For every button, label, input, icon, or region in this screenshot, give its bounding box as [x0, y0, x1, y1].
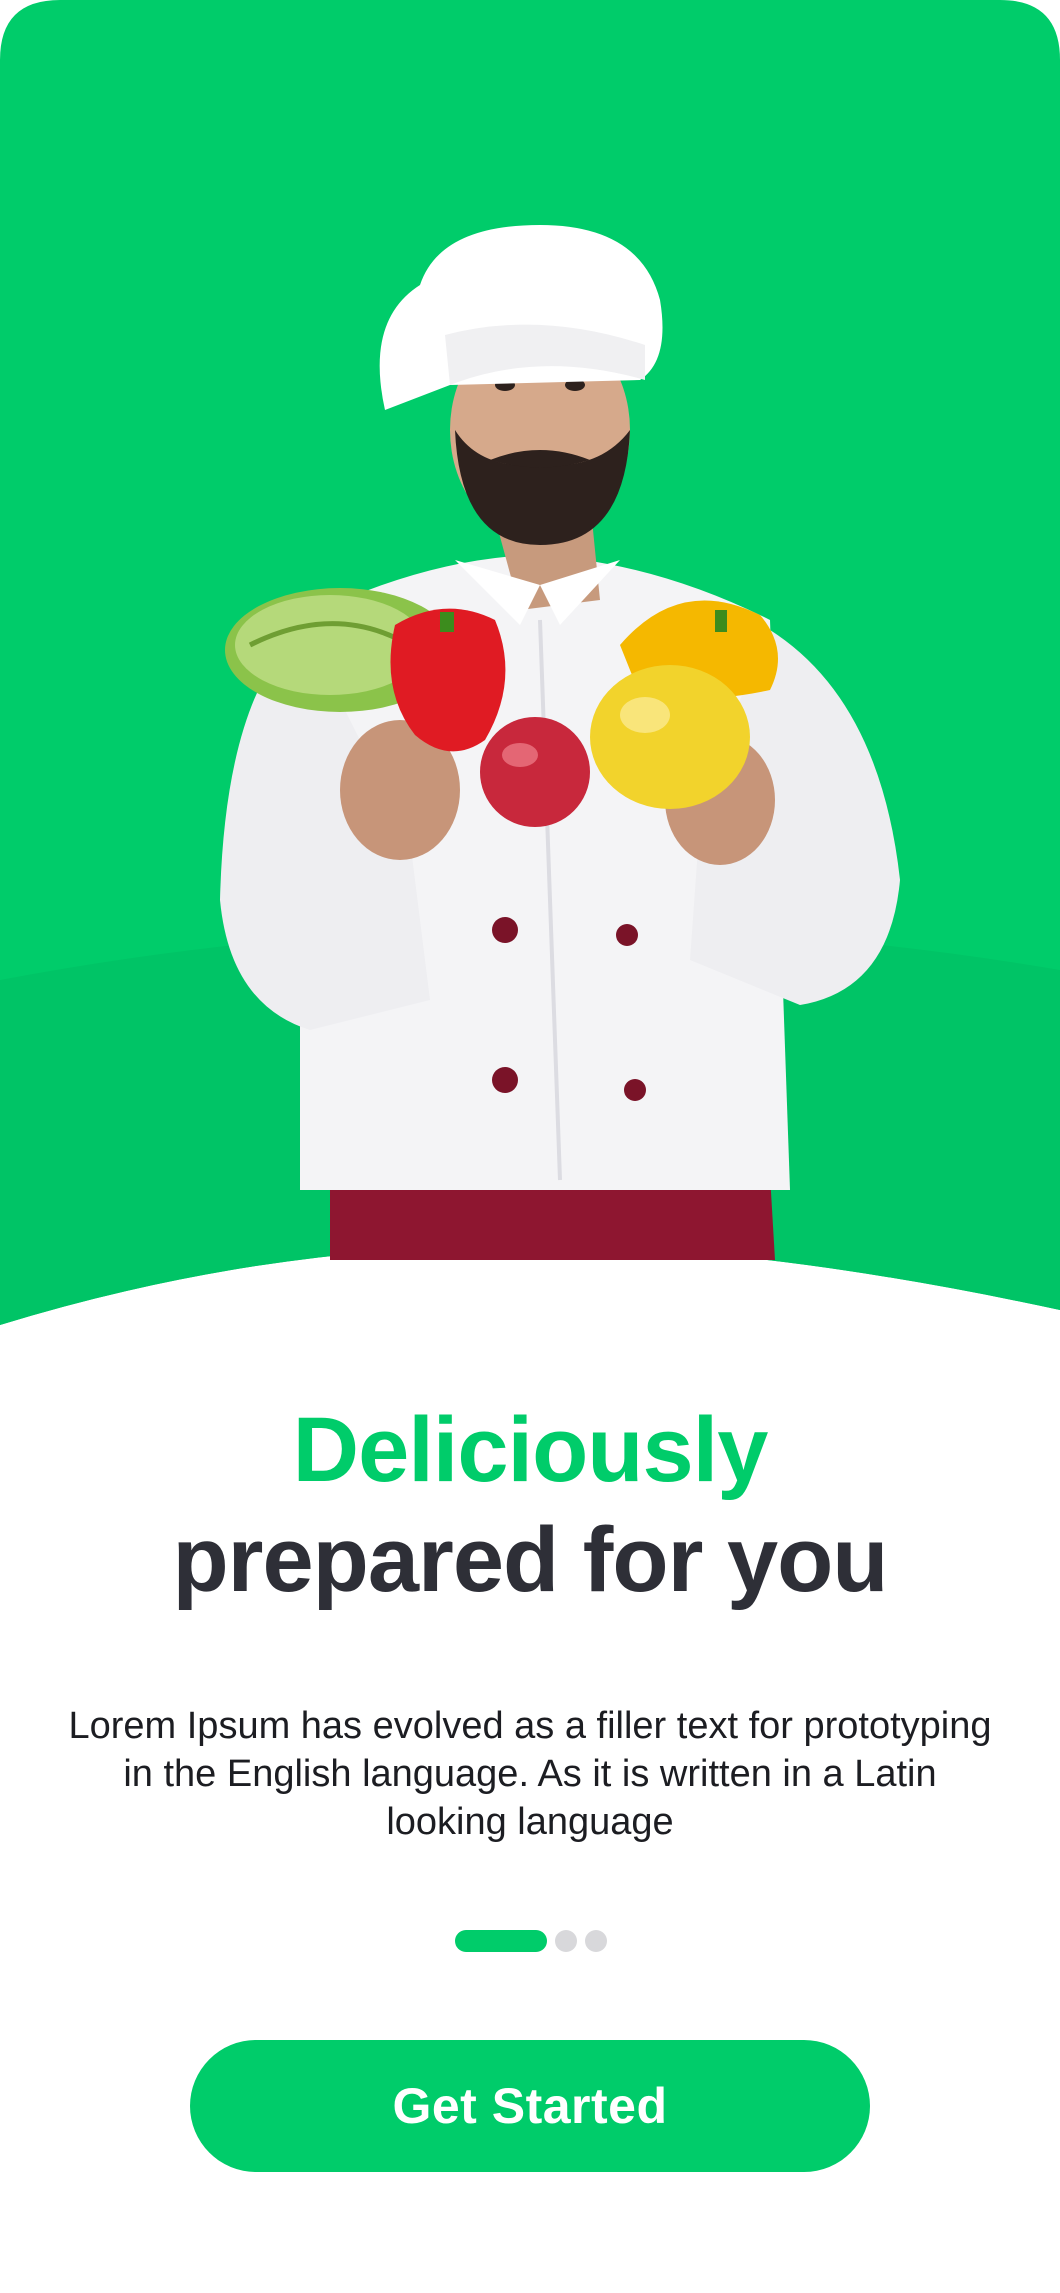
get-started-button[interactable]: Get Started: [190, 2040, 870, 2172]
headline-main: prepared for you: [172, 1509, 888, 1611]
headline-accent: Deliciously: [292, 1399, 769, 1501]
page-indicator-dot[interactable]: [585, 1930, 607, 1952]
page-indicator-dot-active[interactable]: [455, 1930, 547, 1952]
page-indicator-dot[interactable]: [555, 1930, 577, 1952]
description-text: Lorem Ipsum has evolved as a filler text…: [68, 1705, 992, 1843]
hero-banner: [0, 0, 1060, 1340]
onboarding-screen: Deliciously prepared for you Lorem Ipsum…: [0, 0, 1060, 2293]
hero-illustration: [0, 0, 1060, 1325]
page-indicator: [455, 1930, 607, 1952]
